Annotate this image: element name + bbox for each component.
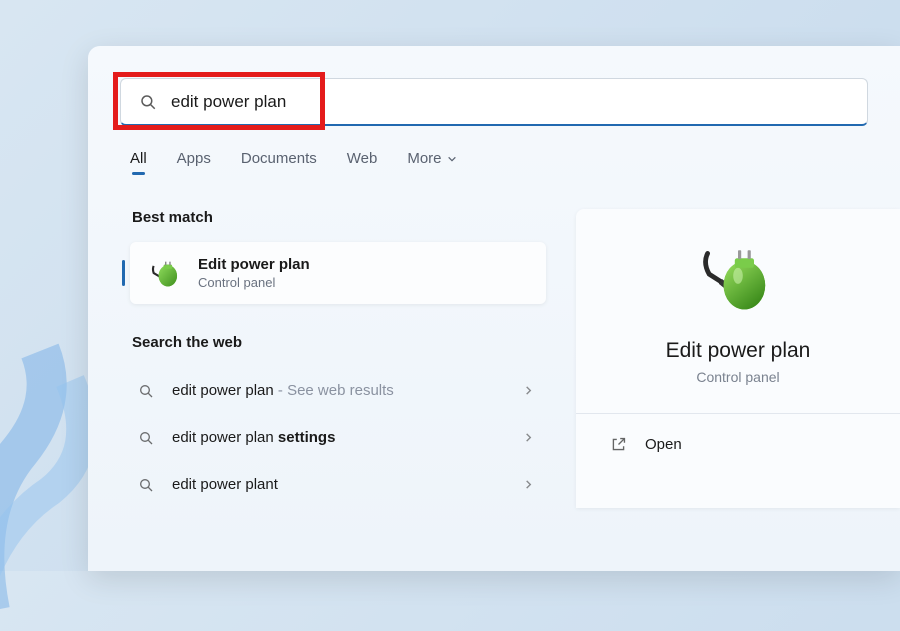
- search-web-header: Search the web: [132, 334, 546, 351]
- divider: [576, 413, 900, 414]
- web-result-label: edit power plant: [172, 476, 523, 493]
- power-plan-icon-large: [698, 239, 778, 319]
- search-box[interactable]: [120, 78, 868, 126]
- tab-apps[interactable]: Apps: [177, 150, 211, 173]
- search-input[interactable]: [171, 92, 849, 112]
- best-match-title: Edit power plan: [198, 256, 310, 273]
- web-result[interactable]: edit power plant: [130, 461, 546, 508]
- web-result-label: edit power plan settings: [172, 429, 523, 446]
- search-icon: [138, 430, 154, 446]
- preview-title: Edit power plan: [606, 339, 870, 363]
- tab-documents[interactable]: Documents: [241, 150, 317, 173]
- chevron-right-icon: [523, 385, 534, 396]
- search-icon: [138, 477, 154, 493]
- web-result-label: edit power plan - See web results: [172, 382, 523, 399]
- best-match-result[interactable]: Edit power plan Control panel: [130, 242, 546, 304]
- search-icon: [138, 383, 154, 399]
- tab-more-label: More: [407, 150, 441, 167]
- tab-web[interactable]: Web: [347, 150, 378, 173]
- tab-more[interactable]: More: [407, 150, 456, 173]
- chevron-right-icon: [523, 432, 534, 443]
- results-column: Best match: [130, 203, 546, 508]
- best-match-subtitle: Control panel: [198, 275, 310, 290]
- chevron-down-icon: [447, 154, 457, 164]
- start-search-panel: All Apps Documents Web More Best match: [88, 46, 900, 571]
- web-result[interactable]: edit power plan settings: [130, 414, 546, 461]
- power-plan-icon: [148, 256, 182, 290]
- web-result[interactable]: edit power plan - See web results: [130, 367, 546, 414]
- open-label: Open: [645, 436, 682, 453]
- chevron-right-icon: [523, 479, 534, 490]
- tab-all[interactable]: All: [130, 150, 147, 173]
- search-filter-tabs: All Apps Documents Web More: [88, 126, 900, 185]
- open-action[interactable]: Open: [606, 422, 870, 467]
- preview-pane: Edit power plan Control panel Open: [576, 209, 900, 508]
- best-match-header: Best match: [132, 209, 546, 226]
- open-external-icon: [610, 436, 627, 453]
- search-icon: [139, 93, 157, 111]
- preview-subtitle: Control panel: [606, 369, 870, 385]
